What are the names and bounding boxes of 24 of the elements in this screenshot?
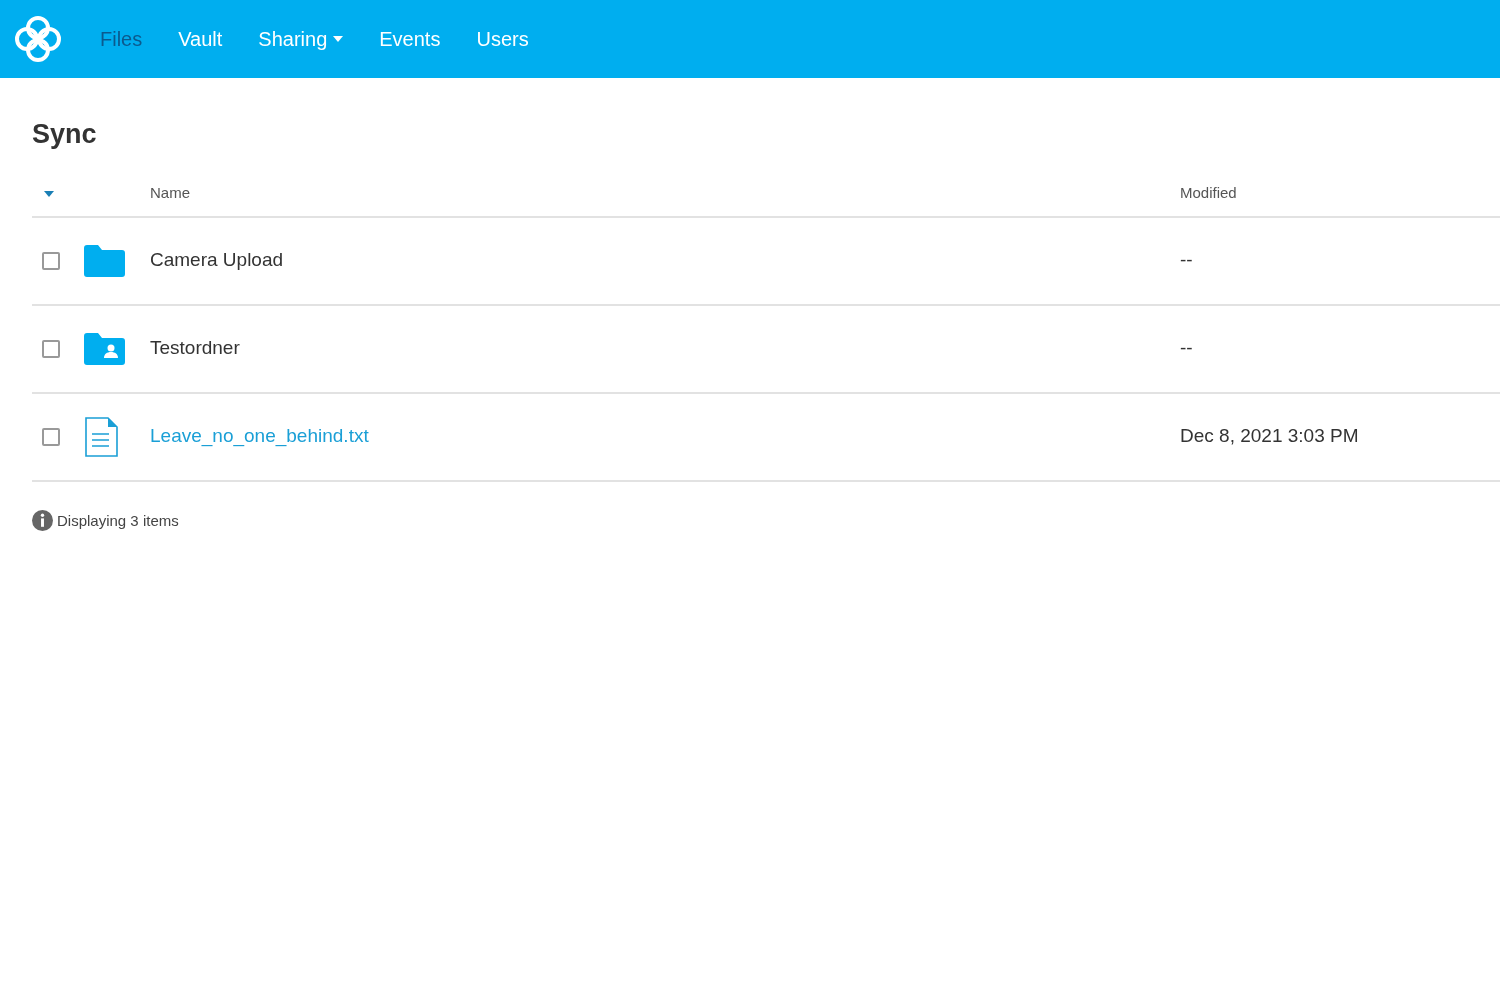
nav-tab[interactable]: Files bbox=[100, 24, 143, 54]
folder-icon bbox=[84, 244, 125, 277]
text-file-icon bbox=[84, 416, 118, 457]
nav-tab[interactable]: Sharing bbox=[258, 24, 344, 54]
column-header[interactable]: Name bbox=[150, 184, 190, 201]
logo-icon[interactable] bbox=[12, 13, 64, 65]
nav-tab[interactable]: Users bbox=[476, 24, 529, 54]
modified-date: -- bbox=[1180, 337, 1193, 359]
file-name-link[interactable]: Leave_no_one_behind.txt bbox=[150, 425, 369, 447]
sort-caret-icon[interactable] bbox=[44, 190, 54, 197]
page-title: Sync bbox=[32, 118, 98, 151]
row-checkbox[interactable] bbox=[42, 251, 60, 270]
modified-date: -- bbox=[1180, 249, 1193, 271]
nav-tab[interactable]: Events bbox=[379, 24, 441, 54]
modified-date: Dec 8, 2021 3:03 PM bbox=[1180, 425, 1359, 447]
info-icon bbox=[32, 510, 53, 532]
column-header[interactable]: Modified bbox=[1180, 184, 1237, 201]
row-checkbox[interactable] bbox=[42, 427, 60, 446]
nav-tab[interactable]: Vault bbox=[178, 24, 223, 54]
row-checkbox[interactable] bbox=[42, 339, 60, 358]
folder-name[interactable]: Camera Upload bbox=[150, 249, 284, 271]
item-count-text: Displaying 3 items bbox=[57, 510, 179, 531]
folder-name[interactable]: Testordner bbox=[150, 337, 240, 359]
shared-folder-icon bbox=[84, 332, 125, 365]
